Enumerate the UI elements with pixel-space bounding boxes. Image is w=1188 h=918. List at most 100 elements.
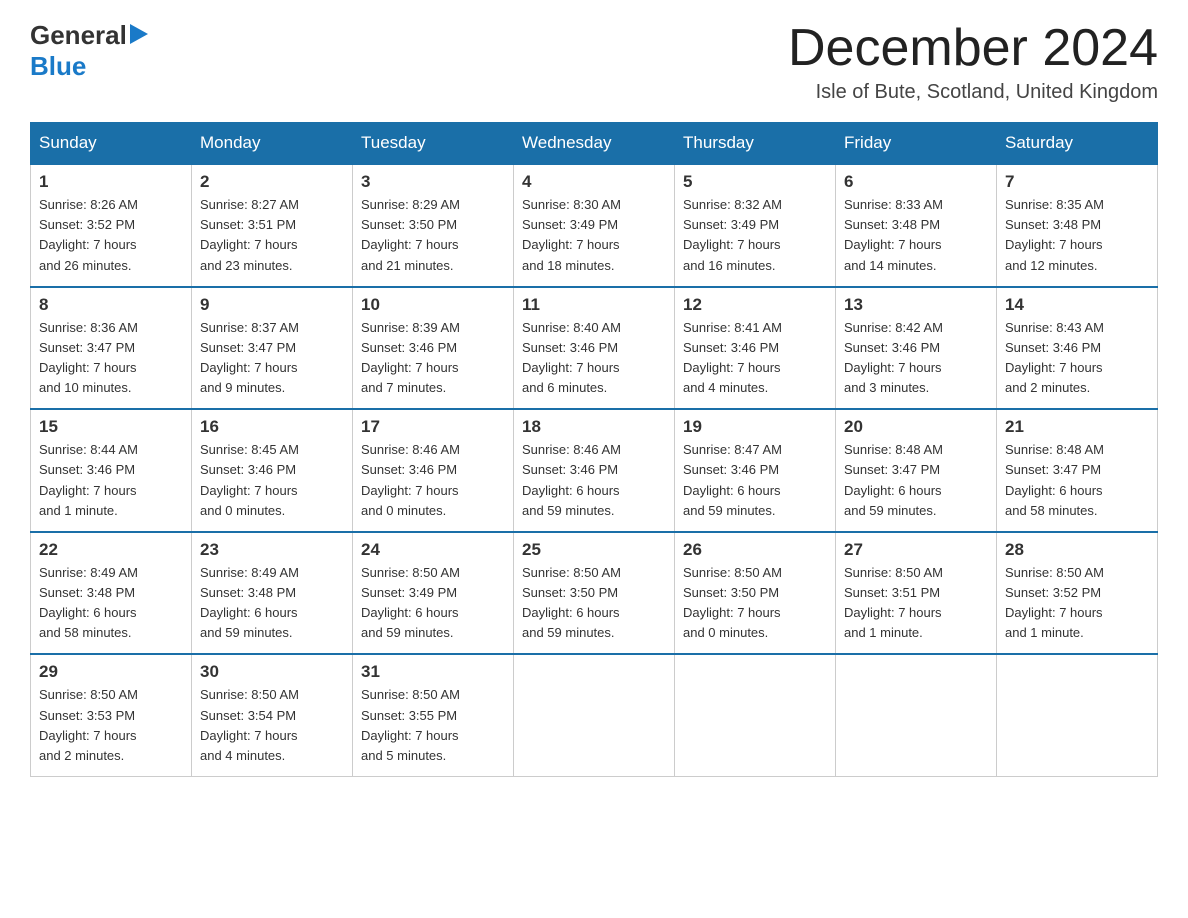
day-number: 18 (522, 417, 666, 437)
day-number: 2 (200, 172, 344, 192)
day-number: 12 (683, 295, 827, 315)
calendar-cell: 28 Sunrise: 8:50 AM Sunset: 3:52 PM Dayli… (997, 532, 1158, 655)
day-info: Sunrise: 8:50 AM Sunset: 3:50 PM Dayligh… (683, 563, 827, 644)
calendar-cell: 7 Sunrise: 8:35 AM Sunset: 3:48 PM Daylig… (997, 164, 1158, 287)
calendar-cell: 20 Sunrise: 8:48 AM Sunset: 3:47 PM Dayli… (836, 409, 997, 532)
column-header-tuesday: Tuesday (353, 123, 514, 165)
calendar-cell: 6 Sunrise: 8:33 AM Sunset: 3:48 PM Daylig… (836, 164, 997, 287)
day-number: 7 (1005, 172, 1149, 192)
calendar-cell: 9 Sunrise: 8:37 AM Sunset: 3:47 PM Daylig… (192, 287, 353, 410)
calendar-cell: 5 Sunrise: 8:32 AM Sunset: 3:49 PM Daylig… (675, 164, 836, 287)
column-header-wednesday: Wednesday (514, 123, 675, 165)
day-info: Sunrise: 8:46 AM Sunset: 3:46 PM Dayligh… (522, 440, 666, 521)
calendar-cell: 26Sunrise: 8:50 AM Sunset: 3:50 PM Dayli… (675, 532, 836, 655)
calendar-cell: 17Sunrise: 8:46 AM Sunset: 3:46 PM Dayli… (353, 409, 514, 532)
day-info: Sunrise: 8:50 AM Sunset: 3:52 PM Dayligh… (1005, 563, 1149, 644)
day-info: Sunrise: 8:37 AM Sunset: 3:47 PM Dayligh… (200, 318, 344, 399)
day-number: 16 (200, 417, 344, 437)
calendar-cell: 19Sunrise: 8:47 AM Sunset: 3:46 PM Dayli… (675, 409, 836, 532)
day-info: Sunrise: 8:49 AM Sunset: 3:48 PM Dayligh… (200, 563, 344, 644)
day-info: Sunrise: 8:50 AM Sunset: 3:53 PM Dayligh… (39, 685, 183, 766)
day-info: Sunrise: 8:50 AM Sunset: 3:54 PM Dayligh… (200, 685, 344, 766)
day-info: Sunrise: 8:40 AM Sunset: 3:46 PM Dayligh… (522, 318, 666, 399)
column-header-monday: Monday (192, 123, 353, 165)
day-number: 6 (844, 172, 988, 192)
day-info: Sunrise: 8:29 AM Sunset: 3:50 PM Dayligh… (361, 195, 505, 276)
calendar-cell (675, 654, 836, 776)
day-info: Sunrise: 8:32 AM Sunset: 3:49 PM Dayligh… (683, 195, 827, 276)
column-header-thursday: Thursday (675, 123, 836, 165)
day-number: 11 (522, 295, 666, 315)
calendar-cell: 2Sunrise: 8:27 AM Sunset: 3:51 PM Daylig… (192, 164, 353, 287)
day-number: 5 (683, 172, 827, 192)
calendar-cell: 15 Sunrise: 8:44 AM Sunset: 3:46 PM Dayli… (31, 409, 192, 532)
calendar-week-row: 29Sunrise: 8:50 AM Sunset: 3:53 PM Dayli… (31, 654, 1158, 776)
calendar-week-row: 15 Sunrise: 8:44 AM Sunset: 3:46 PM Dayli… (31, 409, 1158, 532)
calendar-week-row: 22 Sunrise: 8:49 AM Sunset: 3:48 PM Dayli… (31, 532, 1158, 655)
day-number: 28 (1005, 540, 1149, 560)
calendar-cell: 25 Sunrise: 8:50 AM Sunset: 3:50 PM Dayli… (514, 532, 675, 655)
calendar-cell: 10 Sunrise: 8:39 AM Sunset: 3:46 PM Dayli… (353, 287, 514, 410)
month-title: December 2024 (788, 20, 1158, 77)
calendar-cell: 4 Sunrise: 8:30 AM Sunset: 3:49 PM Daylig… (514, 164, 675, 287)
day-number: 24 (361, 540, 505, 560)
page-header: General Blue December 2024 Isle of Bute,… (30, 20, 1158, 104)
calendar-cell: 8 Sunrise: 8:36 AM Sunset: 3:47 PM Daylig… (31, 287, 192, 410)
day-number: 3 (361, 172, 505, 192)
column-header-friday: Friday (836, 123, 997, 165)
day-info: Sunrise: 8:45 AM Sunset: 3:46 PM Dayligh… (200, 440, 344, 521)
day-number: 9 (200, 295, 344, 315)
calendar-cell: 3 Sunrise: 8:29 AM Sunset: 3:50 PM Daylig… (353, 164, 514, 287)
column-header-saturday: Saturday (997, 123, 1158, 165)
calendar-cell: 11 Sunrise: 8:40 AM Sunset: 3:46 PM Dayli… (514, 287, 675, 410)
day-info: Sunrise: 8:44 AM Sunset: 3:46 PM Dayligh… (39, 440, 183, 521)
day-number: 15 (39, 417, 183, 437)
calendar-cell: 29Sunrise: 8:50 AM Sunset: 3:53 PM Dayli… (31, 654, 192, 776)
day-info: Sunrise: 8:48 AM Sunset: 3:47 PM Dayligh… (844, 440, 988, 521)
day-number: 8 (39, 295, 183, 315)
day-number: 23 (200, 540, 344, 560)
day-number: 10 (361, 295, 505, 315)
day-number: 27 (844, 540, 988, 560)
calendar-cell: 27Sunrise: 8:50 AM Sunset: 3:51 PM Dayli… (836, 532, 997, 655)
calendar-cell (514, 654, 675, 776)
calendar-cell: 22Sunrise: 8:49 AM Sunset: 3:48 PM Dayli… (31, 532, 192, 655)
day-info: Sunrise: 8:42 AM Sunset: 3:46 PM Dayligh… (844, 318, 988, 399)
day-info: Sunrise: 8:50 AM Sunset: 3:49 PM Dayligh… (361, 563, 505, 644)
logo: General Blue (30, 20, 148, 82)
logo-arrow-icon (130, 24, 148, 49)
calendar-table: SundayMondayTuesdayWednesdayThursdayFrid… (30, 122, 1158, 777)
calendar-cell: 21Sunrise: 8:48 AM Sunset: 3:47 PM Dayli… (997, 409, 1158, 532)
day-number: 31 (361, 662, 505, 682)
column-header-sunday: Sunday (31, 123, 192, 165)
day-info: Sunrise: 8:33 AM Sunset: 3:48 PM Dayligh… (844, 195, 988, 276)
day-number: 20 (844, 417, 988, 437)
day-info: Sunrise: 8:43 AM Sunset: 3:46 PM Dayligh… (1005, 318, 1149, 399)
day-info: Sunrise: 8:39 AM Sunset: 3:46 PM Dayligh… (361, 318, 505, 399)
calendar-cell: 13Sunrise: 8:42 AM Sunset: 3:46 PM Dayli… (836, 287, 997, 410)
calendar-week-row: 1Sunrise: 8:26 AM Sunset: 3:52 PM Daylig… (31, 164, 1158, 287)
calendar-header-row: SundayMondayTuesdayWednesdayThursdayFrid… (31, 123, 1158, 165)
logo-general: General (30, 20, 127, 51)
day-info: Sunrise: 8:36 AM Sunset: 3:47 PM Dayligh… (39, 318, 183, 399)
calendar-cell: 23 Sunrise: 8:49 AM Sunset: 3:48 PM Dayli… (192, 532, 353, 655)
day-info: Sunrise: 8:47 AM Sunset: 3:46 PM Dayligh… (683, 440, 827, 521)
title-block: December 2024 Isle of Bute, Scotland, Un… (788, 20, 1158, 104)
day-info: Sunrise: 8:50 AM Sunset: 3:50 PM Dayligh… (522, 563, 666, 644)
day-number: 4 (522, 172, 666, 192)
calendar-cell: 30Sunrise: 8:50 AM Sunset: 3:54 PM Dayli… (192, 654, 353, 776)
calendar-cell: 14 Sunrise: 8:43 AM Sunset: 3:46 PM Dayli… (997, 287, 1158, 410)
day-number: 22 (39, 540, 183, 560)
day-info: Sunrise: 8:26 AM Sunset: 3:52 PM Dayligh… (39, 195, 183, 276)
day-info: Sunrise: 8:35 AM Sunset: 3:48 PM Dayligh… (1005, 195, 1149, 276)
calendar-week-row: 8 Sunrise: 8:36 AM Sunset: 3:47 PM Daylig… (31, 287, 1158, 410)
calendar-cell (836, 654, 997, 776)
day-number: 17 (361, 417, 505, 437)
day-info: Sunrise: 8:41 AM Sunset: 3:46 PM Dayligh… (683, 318, 827, 399)
day-info: Sunrise: 8:50 AM Sunset: 3:55 PM Dayligh… (361, 685, 505, 766)
calendar-cell (997, 654, 1158, 776)
day-info: Sunrise: 8:30 AM Sunset: 3:49 PM Dayligh… (522, 195, 666, 276)
day-number: 14 (1005, 295, 1149, 315)
day-number: 25 (522, 540, 666, 560)
logo-blue: Blue (30, 51, 86, 81)
